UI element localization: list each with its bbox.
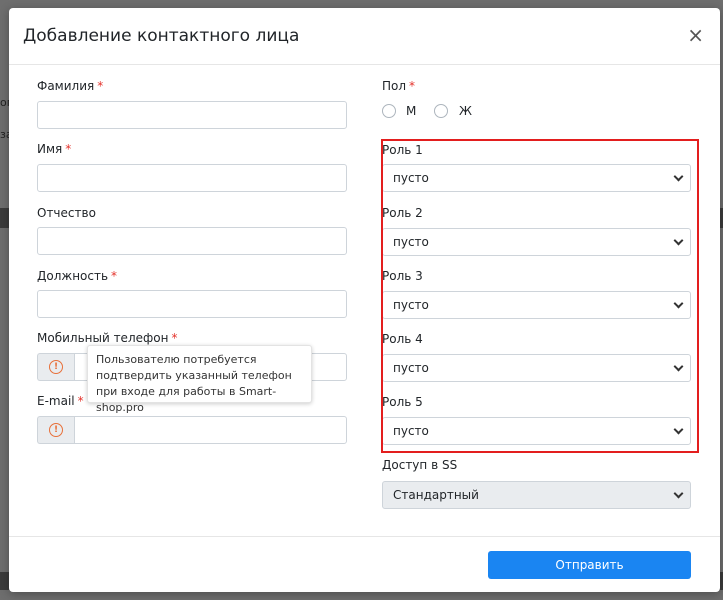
firstname-input[interactable] [37, 164, 347, 192]
roles-highlight-box [381, 139, 699, 453]
lastname-input[interactable] [37, 101, 347, 129]
position-input[interactable] [37, 290, 347, 318]
bg-bar [0, 572, 9, 590]
gender-label-f: Ж [459, 104, 472, 118]
chevron-down-icon [673, 488, 684, 499]
warning-circle-icon[interactable]: ! [49, 423, 63, 437]
patronymic-label: Отчество [37, 206, 96, 220]
phone-tooltip: Пользователю потребуется подтвердить ука… [87, 345, 312, 414]
access-select[interactable]: Стандартный [382, 481, 691, 509]
modal-header: Добавление контактного лица × [9, 8, 720, 65]
firstname-label: Имя * [37, 142, 72, 156]
warning-circle-icon[interactable]: ! [49, 360, 63, 374]
bg-bar [0, 208, 9, 228]
close-icon[interactable]: × [687, 25, 704, 45]
gender-radio-m[interactable] [382, 104, 396, 118]
patronymic-input[interactable] [37, 227, 347, 255]
footer-divider [9, 536, 720, 537]
lastname-label: Фамилия * [37, 79, 104, 93]
gender-radio-f[interactable] [434, 104, 448, 118]
access-label: Доступ в SS [382, 458, 458, 472]
submit-button[interactable]: Отправить [488, 551, 691, 579]
email-label: E-mail * [37, 394, 84, 408]
email-addon: ! [37, 416, 74, 444]
add-contact-modal: Добавление контактного лица × Фамилия * И… [9, 8, 720, 592]
mobile-addon: ! [37, 353, 74, 381]
modal-title: Добавление контактного лица [23, 26, 300, 46]
gender-label-m: М [406, 104, 417, 118]
email-input[interactable] [74, 416, 347, 444]
position-label: Должность * [37, 269, 118, 283]
gender-label: Пол * [382, 79, 416, 93]
mobile-label: Мобильный телефон * [37, 331, 178, 345]
